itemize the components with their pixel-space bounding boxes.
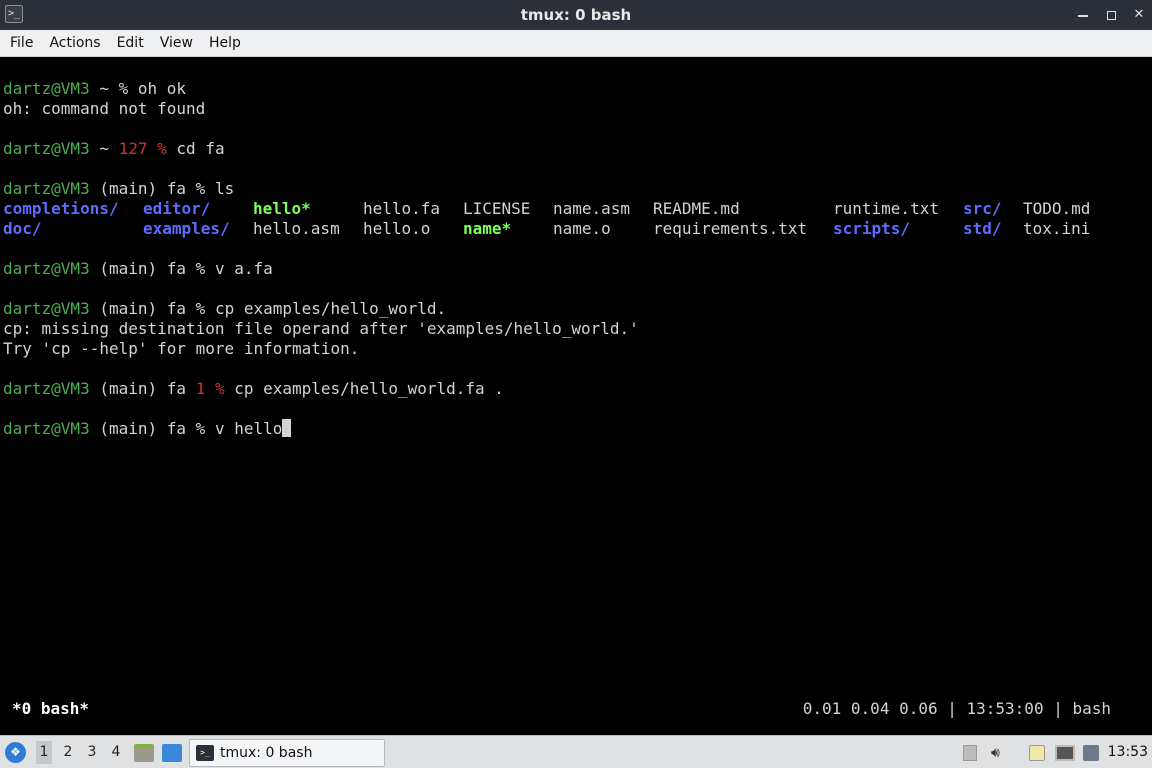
command-text: cp examples/hello_world. (214, 299, 447, 318)
minimize-icon[interactable] (1076, 8, 1090, 22)
terminal-task-icon: >_ (196, 745, 214, 761)
command-text: oh ok (137, 79, 187, 98)
menu-file[interactable]: File (4, 35, 39, 51)
terminal-line: dartz@VM3 (main) fa % cp examples/hello_… (3, 299, 446, 319)
ls-entry: completions/ (3, 199, 119, 218)
command-text: v a.fa (214, 259, 273, 278)
prompt-user: dartz@VM3 (3, 139, 90, 158)
ls-entry: LICENSE (463, 199, 531, 218)
tmux-status-bar: *0 bash* 0.01 0.04 0.06 | 13:53:00 | bas… (0, 697, 1152, 721)
terminal-app-icon[interactable]: >_ (5, 5, 23, 23)
notification-icon[interactable] (1083, 745, 1099, 761)
exit-code: 1 % (195, 379, 225, 398)
ls-entry: doc/ (3, 219, 42, 238)
terminal-line: dartz@VM3 (main) fa % ls (3, 179, 234, 199)
command-text: cd fa (166, 139, 225, 158)
tmux-window-label[interactable]: *0 bash* (12, 699, 89, 718)
prompt-path: (main) fa % (89, 299, 215, 318)
terminal-line: dartz@VM3 (main) fa % v a.fa (3, 259, 273, 279)
window-titlebar: >_ tmux: 0 bash ✕ (0, 0, 1152, 30)
prompt-path: ~ % (89, 79, 138, 98)
terminal-current-line[interactable]: dartz@VM3 (main) fa % v hello (3, 419, 292, 439)
prompt-path: (main) fa (89, 379, 196, 398)
ls-entry: src/ (963, 199, 1002, 218)
file-manager-icon[interactable] (134, 744, 154, 762)
prompt-user: dartz@VM3 (3, 179, 90, 198)
terminal-output: Try 'cp --help' for more information. (3, 339, 360, 358)
ls-entry: hello.asm (253, 219, 340, 238)
menu-help[interactable]: Help (203, 35, 247, 51)
prompt-user: dartz@VM3 (3, 379, 90, 398)
ls-entry: examples/ (143, 219, 230, 238)
prompt-path: (main) fa % (89, 419, 215, 438)
terminal-output: oh: command not found (3, 99, 206, 118)
ls-entry: scripts/ (833, 219, 911, 238)
ls-entry: name* (463, 219, 512, 238)
show-desktop-icon[interactable] (162, 744, 182, 762)
ls-entry: hello.o (363, 219, 431, 238)
prompt-user: dartz@VM3 (3, 259, 90, 278)
prompt-user: dartz@VM3 (3, 419, 90, 438)
ls-output-row: doc/ examples/ hello.asm hello.o name* n… (3, 219, 1143, 239)
menu-actions[interactable]: Actions (43, 35, 106, 51)
terminal-line: dartz@VM3 ~ % oh ok (3, 79, 186, 99)
command-text: cp examples/hello_world.fa . (224, 379, 504, 398)
prompt-path: (main) fa % (89, 259, 215, 278)
ls-entry: name.asm (553, 199, 631, 218)
command-input[interactable]: v hello (215, 419, 282, 438)
terminal-area[interactable]: dartz@VM3 ~ % oh ok oh: command not foun… (0, 57, 1152, 735)
exit-code: 127 % (118, 139, 167, 158)
terminal-output: cp: missing destination file operand aft… (3, 319, 639, 338)
tmux-status-right: 0.01 0.04 0.06 | 13:53:00 | bash (802, 699, 1111, 718)
ls-entry: hello.fa (363, 199, 441, 218)
volume-icon[interactable]: 🔊︎ (991, 745, 1009, 761)
ls-entry: TODO.md (1023, 199, 1091, 218)
ls-entry: runtime.txt (833, 199, 939, 218)
terminal-line: dartz@VM3 ~ 127 % cd fa (3, 139, 225, 159)
start-menu-icon[interactable]: ❖ (5, 742, 26, 763)
ls-entry: name.o (553, 219, 611, 238)
workspace-4[interactable]: 4 (108, 744, 124, 760)
network-icon[interactable] (1055, 745, 1075, 761)
command-text: ls (214, 179, 235, 198)
prompt-path: ~ (89, 139, 119, 158)
update-icon[interactable] (963, 745, 977, 761)
ls-entry: hello* (253, 199, 311, 218)
menu-edit[interactable]: Edit (111, 35, 150, 51)
task-label: tmux: 0 bash (220, 745, 313, 761)
maximize-icon[interactable] (1104, 8, 1118, 22)
terminal-line: dartz@VM3 (main) fa 1 % cp examples/hell… (3, 379, 504, 399)
prompt-user: dartz@VM3 (3, 299, 90, 318)
taskbar: ❖ 1 2 3 4 >_ tmux: 0 bash 🔊︎ 13:53 (0, 735, 1152, 768)
workspace-1[interactable]: 1 (36, 741, 52, 764)
prompt-user: dartz@VM3 (3, 79, 90, 98)
ls-entry: editor/ (143, 199, 211, 218)
clipboard-icon[interactable] (1029, 745, 1045, 761)
ls-output-row: completions/ editor/ hello* hello.fa LIC… (3, 199, 1143, 219)
workspace-2[interactable]: 2 (60, 744, 76, 760)
ls-entry: README.md (653, 199, 740, 218)
workspace-3[interactable]: 3 (84, 744, 100, 760)
menu-view[interactable]: View (154, 35, 199, 51)
taskbar-task-tmux[interactable]: >_ tmux: 0 bash (189, 739, 385, 767)
menubar: File Actions Edit View Help (0, 30, 1152, 57)
window-title: tmux: 0 bash (520, 6, 632, 24)
ls-entry: requirements.txt (653, 219, 808, 238)
taskbar-clock[interactable]: 13:53 (1108, 744, 1148, 760)
text-cursor (282, 419, 292, 437)
close-icon[interactable]: ✕ (1132, 8, 1146, 22)
ls-entry: tox.ini (1023, 219, 1091, 238)
ls-entry: std/ (963, 219, 1002, 238)
prompt-path: (main) fa % (89, 179, 215, 198)
